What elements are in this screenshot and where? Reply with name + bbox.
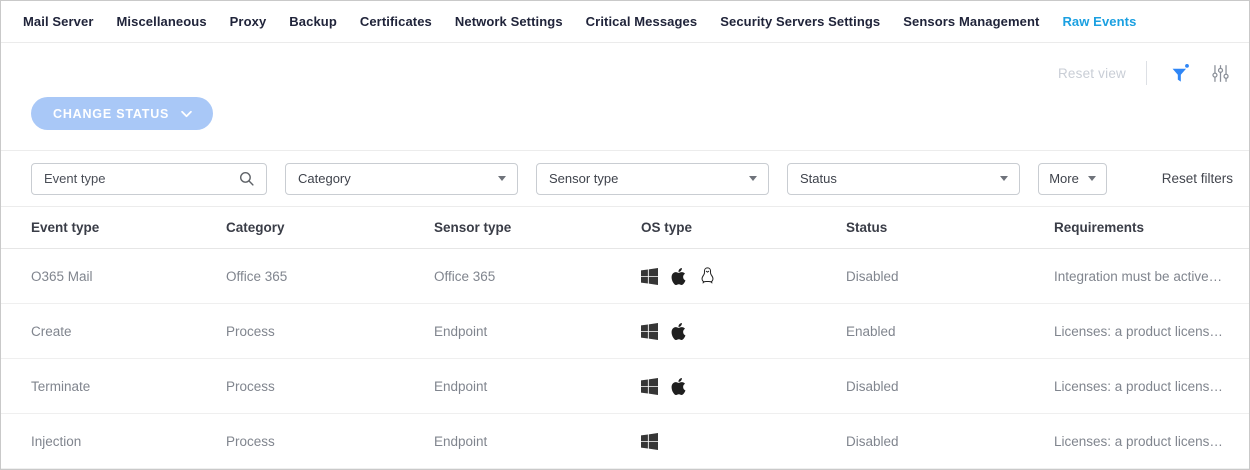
sensor-type-dropdown[interactable]: Sensor type [536, 163, 769, 195]
apple-icon [670, 322, 687, 341]
cell-event-type: Terminate [31, 379, 226, 394]
category-dropdown[interactable]: Category [285, 163, 518, 195]
cell-status: Disabled [846, 434, 1054, 449]
settings-tabbar: Mail Server Miscellaneous Proxy Backup C… [1, 1, 1249, 43]
cell-requirements: Licenses: a product license tha... [1054, 379, 1235, 394]
tab-proxy[interactable]: Proxy [230, 14, 267, 29]
change-status-button[interactable]: CHANGE STATUS [31, 97, 213, 130]
sensor-type-dropdown-label: Sensor type [549, 171, 618, 186]
column-header-requirements: Requirements [1054, 220, 1235, 235]
cell-os-type [641, 377, 846, 396]
table-row[interactable]: Create Process Endpoint Enabled Licenses… [1, 304, 1249, 359]
windows-icon [641, 378, 658, 395]
cell-requirements: Integration must be active in S... [1054, 269, 1235, 284]
sliders-icon [1211, 64, 1230, 83]
column-header-event-type: Event type [31, 220, 226, 235]
caret-down-icon [498, 176, 506, 181]
tab-backup[interactable]: Backup [289, 14, 337, 29]
action-row: CHANGE STATUS [31, 97, 1249, 130]
status-dropdown-label: Status [800, 171, 837, 186]
event-type-search-input[interactable] [44, 171, 238, 186]
cell-status: Enabled [846, 324, 1054, 339]
windows-icon [641, 433, 658, 450]
more-filters-dropdown[interactable]: More [1038, 163, 1107, 195]
more-filters-label: More [1049, 171, 1079, 186]
cell-requirements: Licenses: a product license tha... [1054, 324, 1235, 339]
column-header-os-type: OS type [641, 220, 846, 235]
column-header-sensor-type: Sensor type [434, 220, 641, 235]
funnel-icon [1171, 63, 1190, 84]
cell-event-type: O365 Mail [31, 269, 226, 284]
table-row[interactable]: O365 Mail Office 365 Office 365 [1, 249, 1249, 304]
tab-mail-server[interactable]: Mail Server [23, 14, 93, 29]
tab-critical-messages[interactable]: Critical Messages [586, 14, 698, 29]
tab-raw-events[interactable]: Raw Events [1062, 14, 1136, 29]
tab-sensors-management[interactable]: Sensors Management [903, 14, 1039, 29]
change-status-label: CHANGE STATUS [53, 107, 169, 121]
reset-filters-button[interactable]: Reset filters [1162, 171, 1233, 186]
tab-certificates[interactable]: Certificates [360, 14, 432, 29]
reset-view-button[interactable]: Reset view [1058, 66, 1126, 81]
cell-sensor-type: Endpoint [434, 434, 641, 449]
cell-status: Disabled [846, 269, 1054, 284]
cell-status: Disabled [846, 379, 1054, 394]
cell-category: Process [226, 324, 434, 339]
view-settings-button[interactable] [1207, 60, 1233, 86]
cell-category: Process [226, 434, 434, 449]
caret-down-icon [1000, 176, 1008, 181]
table-row[interactable]: Terminate Process Endpoint Disabled Lice… [1, 359, 1249, 414]
cell-sensor-type: Endpoint [434, 324, 641, 339]
cell-sensor-type: Endpoint [434, 379, 641, 394]
apple-icon [670, 267, 687, 286]
tab-miscellaneous[interactable]: Miscellaneous [116, 14, 206, 29]
apple-icon [670, 377, 687, 396]
cell-sensor-type: Office 365 [434, 269, 641, 284]
caret-down-icon [749, 176, 757, 181]
chevron-down-icon [180, 110, 193, 118]
table-header-row: Event type Category Sensor type OS type … [1, 207, 1249, 249]
view-toolbar: Reset view [1, 43, 1249, 85]
cell-os-type [641, 266, 846, 286]
table-row[interactable]: Injection Process Endpoint Disabled Lice… [1, 414, 1249, 469]
cell-os-type [641, 433, 846, 450]
cell-event-type: Injection [31, 434, 226, 449]
toolbar-divider [1146, 61, 1147, 85]
linux-icon [699, 266, 716, 286]
status-dropdown[interactable]: Status [787, 163, 1020, 195]
cell-category: Process [226, 379, 434, 394]
cell-requirements: Licenses: a product license tha... [1054, 434, 1235, 449]
caret-down-icon [1088, 176, 1096, 181]
search-icon [238, 170, 255, 187]
windows-icon [641, 268, 658, 285]
settings-page: Mail Server Miscellaneous Proxy Backup C… [0, 0, 1250, 470]
windows-icon [641, 323, 658, 340]
cell-os-type [641, 322, 846, 341]
filter-bar: Category Sensor type Status More Reset f… [1, 150, 1249, 207]
raw-events-table: Event type Category Sensor type OS type … [1, 207, 1249, 469]
column-header-status: Status [846, 220, 1054, 235]
tab-network-settings[interactable]: Network Settings [455, 14, 563, 29]
column-header-category: Category [226, 220, 434, 235]
tab-security-servers-settings[interactable]: Security Servers Settings [720, 14, 880, 29]
cell-event-type: Create [31, 324, 226, 339]
cell-category: Office 365 [226, 269, 434, 284]
event-type-search-field[interactable] [31, 163, 267, 195]
filter-toggle-button[interactable] [1167, 60, 1193, 86]
category-dropdown-label: Category [298, 171, 351, 186]
